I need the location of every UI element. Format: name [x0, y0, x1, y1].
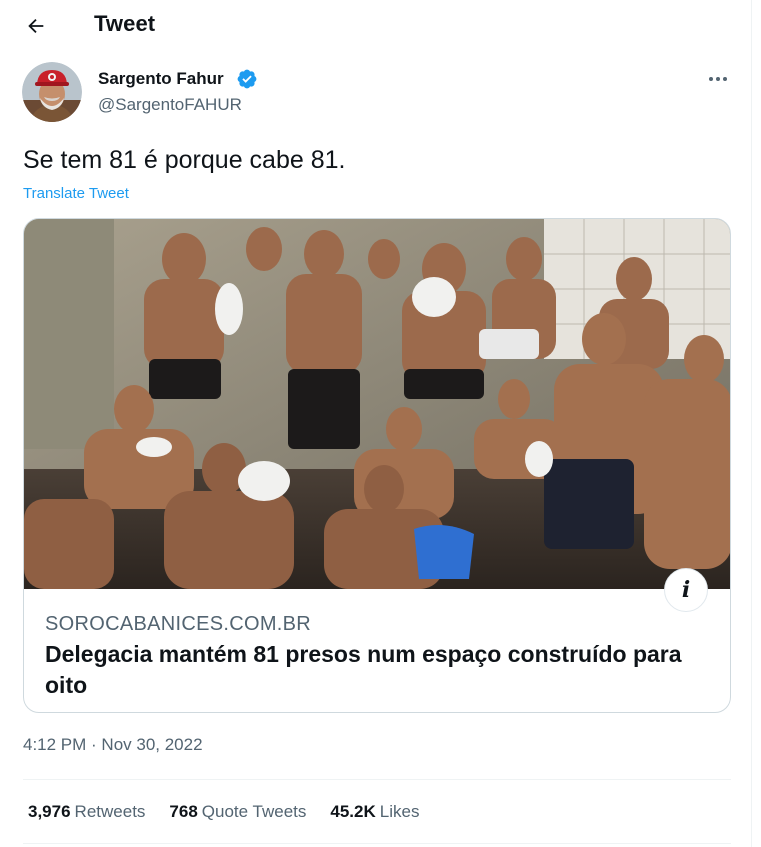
- link-card[interactable]: i SOROCABANICES.COM.BR Delegacia mantém …: [23, 218, 731, 713]
- back-button[interactable]: [18, 8, 54, 44]
- page-title: Tweet: [94, 11, 156, 36]
- info-button[interactable]: i: [664, 568, 708, 612]
- tweet-text: Se tem 81 é porque cabe 81.: [23, 146, 346, 174]
- page-header: Tweet: [0, 0, 752, 52]
- tweet-page: Tweet Sargento Fahur @SargentoFAHUR Se t…: [0, 0, 752, 847]
- tweet-stats: 3,976 Retweets 768 Quote Tweets 45.2K Li…: [28, 800, 443, 824]
- likes-label: Likes: [379, 802, 420, 821]
- verified-badge-icon: [237, 69, 257, 89]
- divider: [23, 843, 731, 844]
- card-domain: SOROCABANICES.COM.BR: [45, 613, 312, 635]
- retweets-count: 3,976: [28, 802, 71, 821]
- quote-tweets-stat[interactable]: 768 Quote Tweets: [169, 802, 306, 822]
- tweet-timestamp[interactable]: 4:12 PM · Nov 30, 2022: [23, 735, 203, 755]
- divider: [23, 779, 731, 780]
- likes-count: 45.2K: [330, 802, 376, 821]
- quote-tweets-label: Quote Tweets: [201, 802, 307, 821]
- likes-stat[interactable]: 45.2K Likes: [330, 802, 419, 822]
- arrow-left-icon: [28, 18, 44, 34]
- more-options-button[interactable]: [700, 64, 736, 94]
- card-image: [24, 219, 730, 589]
- card-title: Delegacia mantém 81 presos num espaço co…: [45, 641, 682, 698]
- more-horizontal-icon: [709, 77, 727, 81]
- retweets-stat[interactable]: 3,976 Retweets: [28, 802, 145, 822]
- avatar[interactable]: [22, 62, 82, 122]
- author-name[interactable]: Sargento Fahur: [98, 69, 224, 89]
- translate-tweet-link[interactable]: Translate Tweet: [23, 185, 129, 202]
- quote-tweets-count: 768: [169, 802, 198, 821]
- author-handle[interactable]: @SargentoFAHUR: [98, 95, 242, 115]
- retweets-label: Retweets: [74, 802, 146, 821]
